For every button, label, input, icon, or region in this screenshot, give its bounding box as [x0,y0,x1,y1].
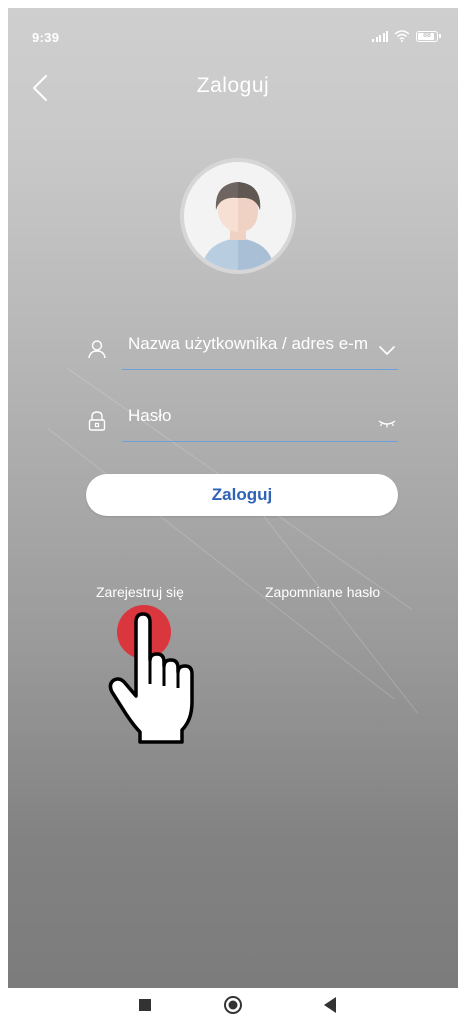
password-input[interactable]: Hasło [128,406,368,436]
password-field[interactable]: Hasło [86,400,398,444]
recents-button[interactable] [133,994,157,1014]
lock-icon [88,411,106,431]
page-title: Zaloguj [196,74,270,97]
system-nav-bar [0,988,465,1020]
triangle-back-icon [324,997,336,1013]
status-time: 9:39 [32,30,60,45]
home-button[interactable] [221,994,245,1014]
eye-closed-icon[interactable] [376,412,398,432]
signal-icon [372,30,388,42]
username-underline [122,368,398,370]
circle-home-icon [224,996,242,1014]
status-icons: 88 [372,30,441,42]
user-icon [88,340,106,359]
status-bar: 9:39 88 [8,8,458,64]
username-input[interactable]: Nazwa użytkownika / adres e-m [128,334,368,364]
username-field[interactable]: Nazwa użytkownika / adres e-m [86,328,398,372]
app-screen: 9:39 88 Zaloguj Nazwa użytkownika / adre… [8,8,458,988]
login-button[interactable]: Zaloguj [86,474,398,516]
battery-icon: 88 [416,30,441,42]
register-link[interactable]: Zarejestruj się [96,584,184,600]
user-avatar-icon [184,162,292,270]
battery-level: 88 [423,31,431,39]
password-underline [122,440,398,442]
background-streak [47,428,395,700]
forgot-password-link[interactable]: Zapomniane hasło [265,584,380,600]
chevron-down-icon[interactable] [376,340,398,360]
square-recents-icon [139,999,151,1011]
back-nav-button[interactable] [318,994,342,1014]
pointing-hand-icon [108,605,194,744]
avatar [180,158,296,274]
wifi-icon [394,30,410,42]
